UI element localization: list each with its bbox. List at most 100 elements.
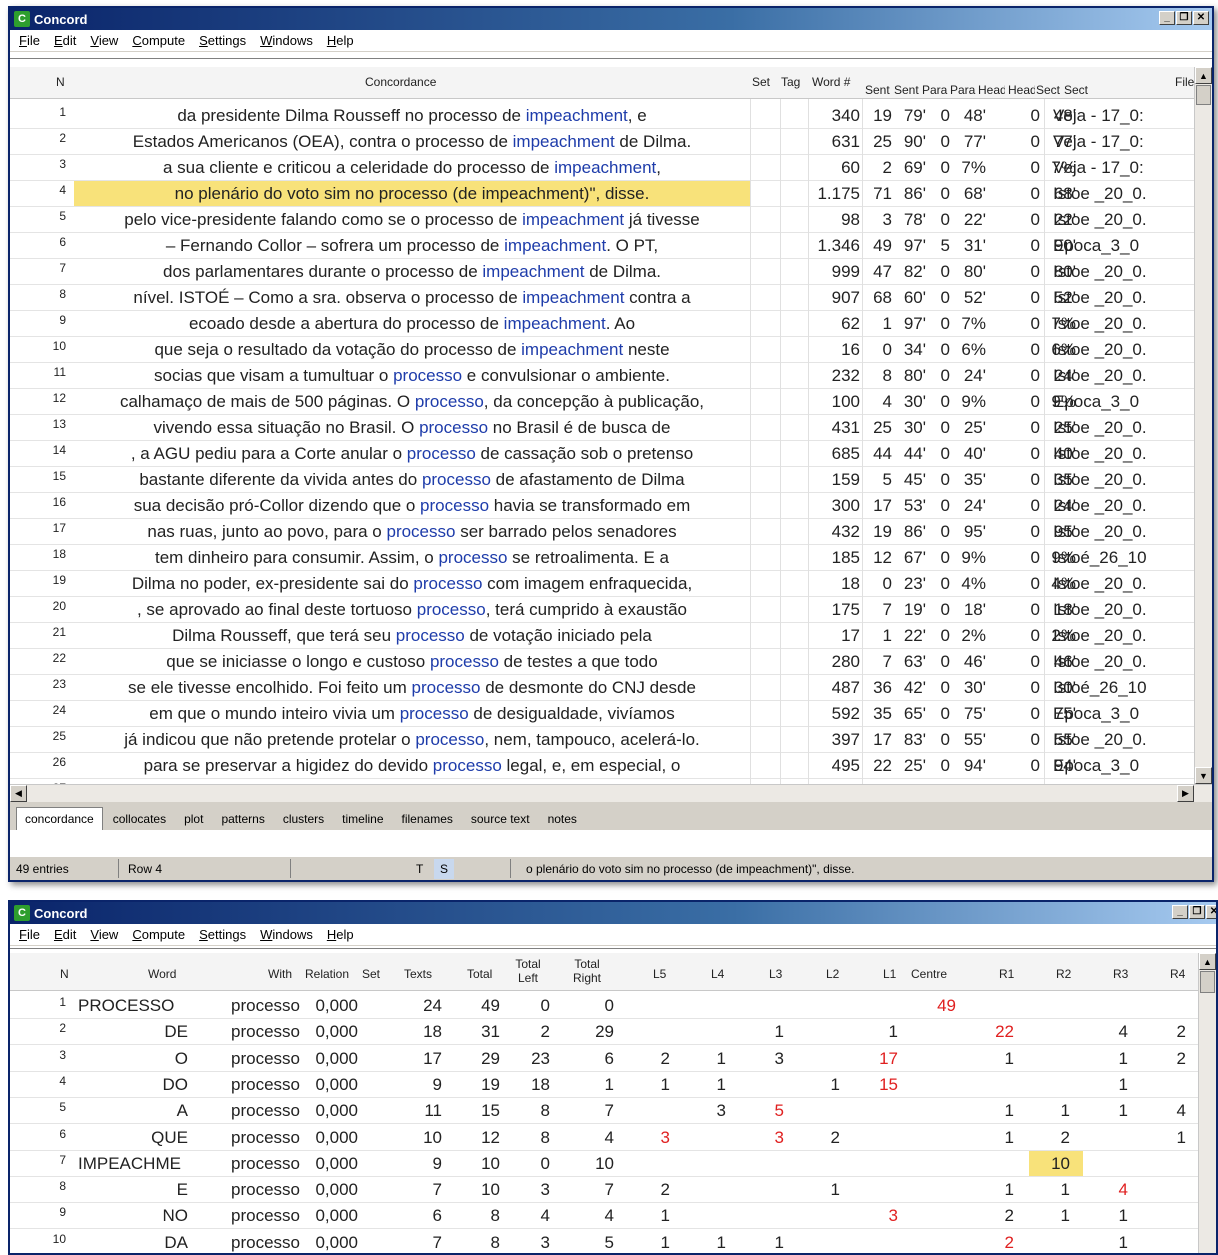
concordance-row[interactable]: 24 em que o mundo inteiro vivia um proces… [10, 701, 1194, 727]
col2-total[interactable]: Total [467, 967, 492, 981]
collocate-row[interactable]: 1 PROCESSO processo 0,000 24 49 0 0 49 [10, 993, 1198, 1019]
concordance-row[interactable]: 3 a sua cliente e criticou a celeridade d… [10, 155, 1194, 181]
col2-centre[interactable]: Centre [911, 967, 947, 981]
col-set[interactable]: Set [752, 75, 770, 89]
restore-icon[interactable]: ❐ [1176, 11, 1192, 25]
col-n[interactable]: N [56, 75, 65, 89]
col2-total-left[interactable]: Total Left [506, 957, 550, 985]
concordance-row[interactable]: 7 dos parlamentares durante o processo de… [10, 259, 1194, 285]
col2-l2[interactable]: L2 [826, 967, 839, 981]
col-head-1[interactable]: Head [978, 83, 1005, 97]
col2-with[interactable]: With [268, 967, 292, 981]
menu-edit[interactable]: Edit [47, 33, 83, 48]
menu-help[interactable]: Help [320, 33, 361, 48]
concordance-row[interactable]: 23 se ele tivesse encolhido. Foi feito um… [10, 675, 1194, 701]
title-bar[interactable]: C Concord _ ❐ ✕ [10, 8, 1212, 30]
collocate-row[interactable]: 6 QUE processo 0,000 10 12 8 4 3 3 2 1 2 1 [10, 1125, 1198, 1151]
concordance-row[interactable]: 21 Dilma Rousseff, que terá seu processo … [10, 623, 1194, 649]
scroll-up-icon-2[interactable]: ▲ [1199, 953, 1216, 970]
menu-edit-2[interactable]: Edit [47, 927, 83, 942]
col2-r1[interactable]: R1 [999, 967, 1014, 981]
col2-set[interactable]: Set [362, 967, 380, 981]
col-head-2[interactable]: Head [1008, 83, 1035, 97]
menu-settings-2[interactable]: Settings [192, 927, 253, 942]
scroll-down-icon[interactable]: ▼ [1195, 767, 1212, 784]
concordance-row[interactable]: 1 da presidente Dilma Rousseff no process… [10, 103, 1194, 129]
col-sect-2[interactable]: Sect [1064, 83, 1088, 97]
collocate-row[interactable]: 2 DE processo 0,000 18 31 2 29 1 1 22 4 2 [10, 1019, 1198, 1046]
concordance-row[interactable]: 2 Estados Americanos (OEA), contra o proc… [10, 129, 1194, 155]
concordance-row[interactable]: 26 para se preservar a higidez do devido … [10, 753, 1194, 779]
concordance-row[interactable]: 17 nas ruas, junto ao povo, para o proces… [10, 519, 1194, 545]
minimize-icon[interactable]: _ [1159, 11, 1175, 25]
col2-r4[interactable]: R4 [1170, 967, 1185, 981]
scroll-thumb[interactable] [1196, 85, 1211, 105]
tab-concordance[interactable]: concordance [16, 807, 103, 830]
col-concordance[interactable]: Concordance [365, 75, 436, 89]
collocate-row[interactable]: 10 DA processo 0,000 7 8 3 5 1 1 1 2 1 [10, 1230, 1198, 1253]
tab-collocates[interactable]: collocates [105, 808, 174, 830]
col2-word[interactable]: Word [148, 967, 176, 981]
menu-view-2[interactable]: View [83, 927, 125, 942]
menu-windows-2[interactable]: Windows [253, 927, 320, 942]
concordance-row[interactable]: 22 que se iniciasse o longo e custoso pro… [10, 649, 1194, 675]
vertical-scrollbar[interactable]: ▲ ▼ [1194, 67, 1212, 784]
menu-compute[interactable]: Compute [125, 33, 192, 48]
col2-texts[interactable]: Texts [404, 967, 432, 981]
col-para-1[interactable]: Para [922, 83, 947, 97]
collocate-row[interactable]: 5 Aprocesso 0,000 11 15 8 7 3 5 1 1 1 4 [10, 1098, 1198, 1125]
scroll-right-icon[interactable]: ▶ [1177, 785, 1194, 802]
concordance-row[interactable]: 13 vivendo essa situação no Brasil. O pro… [10, 415, 1194, 441]
close-icon-2[interactable]: ✕ [1206, 905, 1216, 919]
collocate-row[interactable]: 4 DO processo 0,000 9 19 18 1 1 1 1 15 1 [10, 1072, 1198, 1098]
horizontal-scrollbar[interactable]: ◀ ▶ [10, 784, 1212, 802]
col-sent-2[interactable]: Sent [894, 83, 919, 97]
collocate-row[interactable]: 7 IMPEACHME processo 0,000 9 10 0 10 10 [10, 1150, 1198, 1177]
col2-total-right[interactable]: Total Right [563, 957, 611, 985]
col2-l3[interactable]: L3 [769, 967, 782, 981]
tab-notes[interactable]: notes [540, 808, 585, 830]
col2-relation[interactable]: Relation [305, 967, 349, 981]
menu-help-2[interactable]: Help [320, 927, 361, 942]
col2-l4[interactable]: L4 [711, 967, 724, 981]
concordance-row[interactable]: 8 nível. ISTOÉ – Como a sra. observa o pr… [10, 285, 1194, 311]
col2-r2[interactable]: R2 [1056, 967, 1071, 981]
col-tag[interactable]: Tag [781, 75, 800, 89]
tab-timeline[interactable]: timeline [334, 808, 391, 830]
status-t[interactable]: T [416, 862, 423, 876]
col2-l1[interactable]: L1 [883, 967, 896, 981]
concordance-row[interactable]: 9 ecoado desde a abertura do processo de … [10, 311, 1194, 337]
tab-source-text[interactable]: source text [463, 808, 538, 830]
col2-r3[interactable]: R3 [1113, 967, 1128, 981]
col-sent-1[interactable]: Sent [865, 83, 890, 97]
menu-file-2[interactable]: File [12, 927, 47, 942]
restore-icon-2[interactable]: ❐ [1189, 905, 1205, 919]
concordance-row[interactable]: 25 já indicou que não pretende protelar o… [10, 727, 1194, 753]
col2-l5[interactable]: L5 [653, 967, 666, 981]
concordance-row[interactable]: 6 – Fernando Collor – sofrera um processo… [10, 233, 1194, 259]
concordance-row[interactable]: 10 que seja o resultado da votação do pro… [10, 337, 1194, 363]
tab-patterns[interactable]: patterns [213, 808, 272, 830]
col-word-num[interactable]: Word # [812, 75, 850, 89]
status-s[interactable]: S [434, 859, 455, 879]
col2-n[interactable]: N [60, 967, 69, 981]
concordance-row[interactable]: 4 no plenário do voto sim no processo (de… [10, 181, 1194, 207]
concordance-row[interactable]: 18 tem dinheiro para consumir. Assim, o p… [10, 545, 1194, 571]
concordance-row[interactable]: 15 bastante diferente da vivida antes do … [10, 467, 1194, 493]
concordance-row[interactable]: 19 Dilma no poder, ex-presidente sai do p… [10, 571, 1194, 597]
collocate-row[interactable]: 3 Oprocesso 0,000 17 29 23 6 2 1 3 17 1 1 2 [10, 1046, 1198, 1072]
menu-file[interactable]: File [12, 33, 47, 48]
concordance-row[interactable]: 14 , a AGU pediu para a Corte anular o pr… [10, 441, 1194, 467]
col-file[interactable]: File [1175, 75, 1194, 89]
vertical-scrollbar-2[interactable]: ▲ [1198, 953, 1216, 1253]
concordance-row[interactable]: 12 calhamaço de mais de 500 páginas. O pr… [10, 389, 1194, 415]
menu-view[interactable]: View [83, 33, 125, 48]
menu-compute-2[interactable]: Compute [125, 927, 192, 942]
concordance-row[interactable]: 11 socias que visam a tumultuar o process… [10, 363, 1194, 389]
concordance-row[interactable]: 5 pelo vice-presidente falando como se o … [10, 207, 1194, 233]
scroll-thumb-2[interactable] [1200, 971, 1215, 993]
title-bar-2[interactable]: C Concord _ ❐ ✕ [10, 902, 1216, 924]
col-para-2[interactable]: Para [950, 83, 975, 97]
col-sect-1[interactable]: Sect [1036, 83, 1060, 97]
menu-windows[interactable]: Windows [253, 33, 320, 48]
